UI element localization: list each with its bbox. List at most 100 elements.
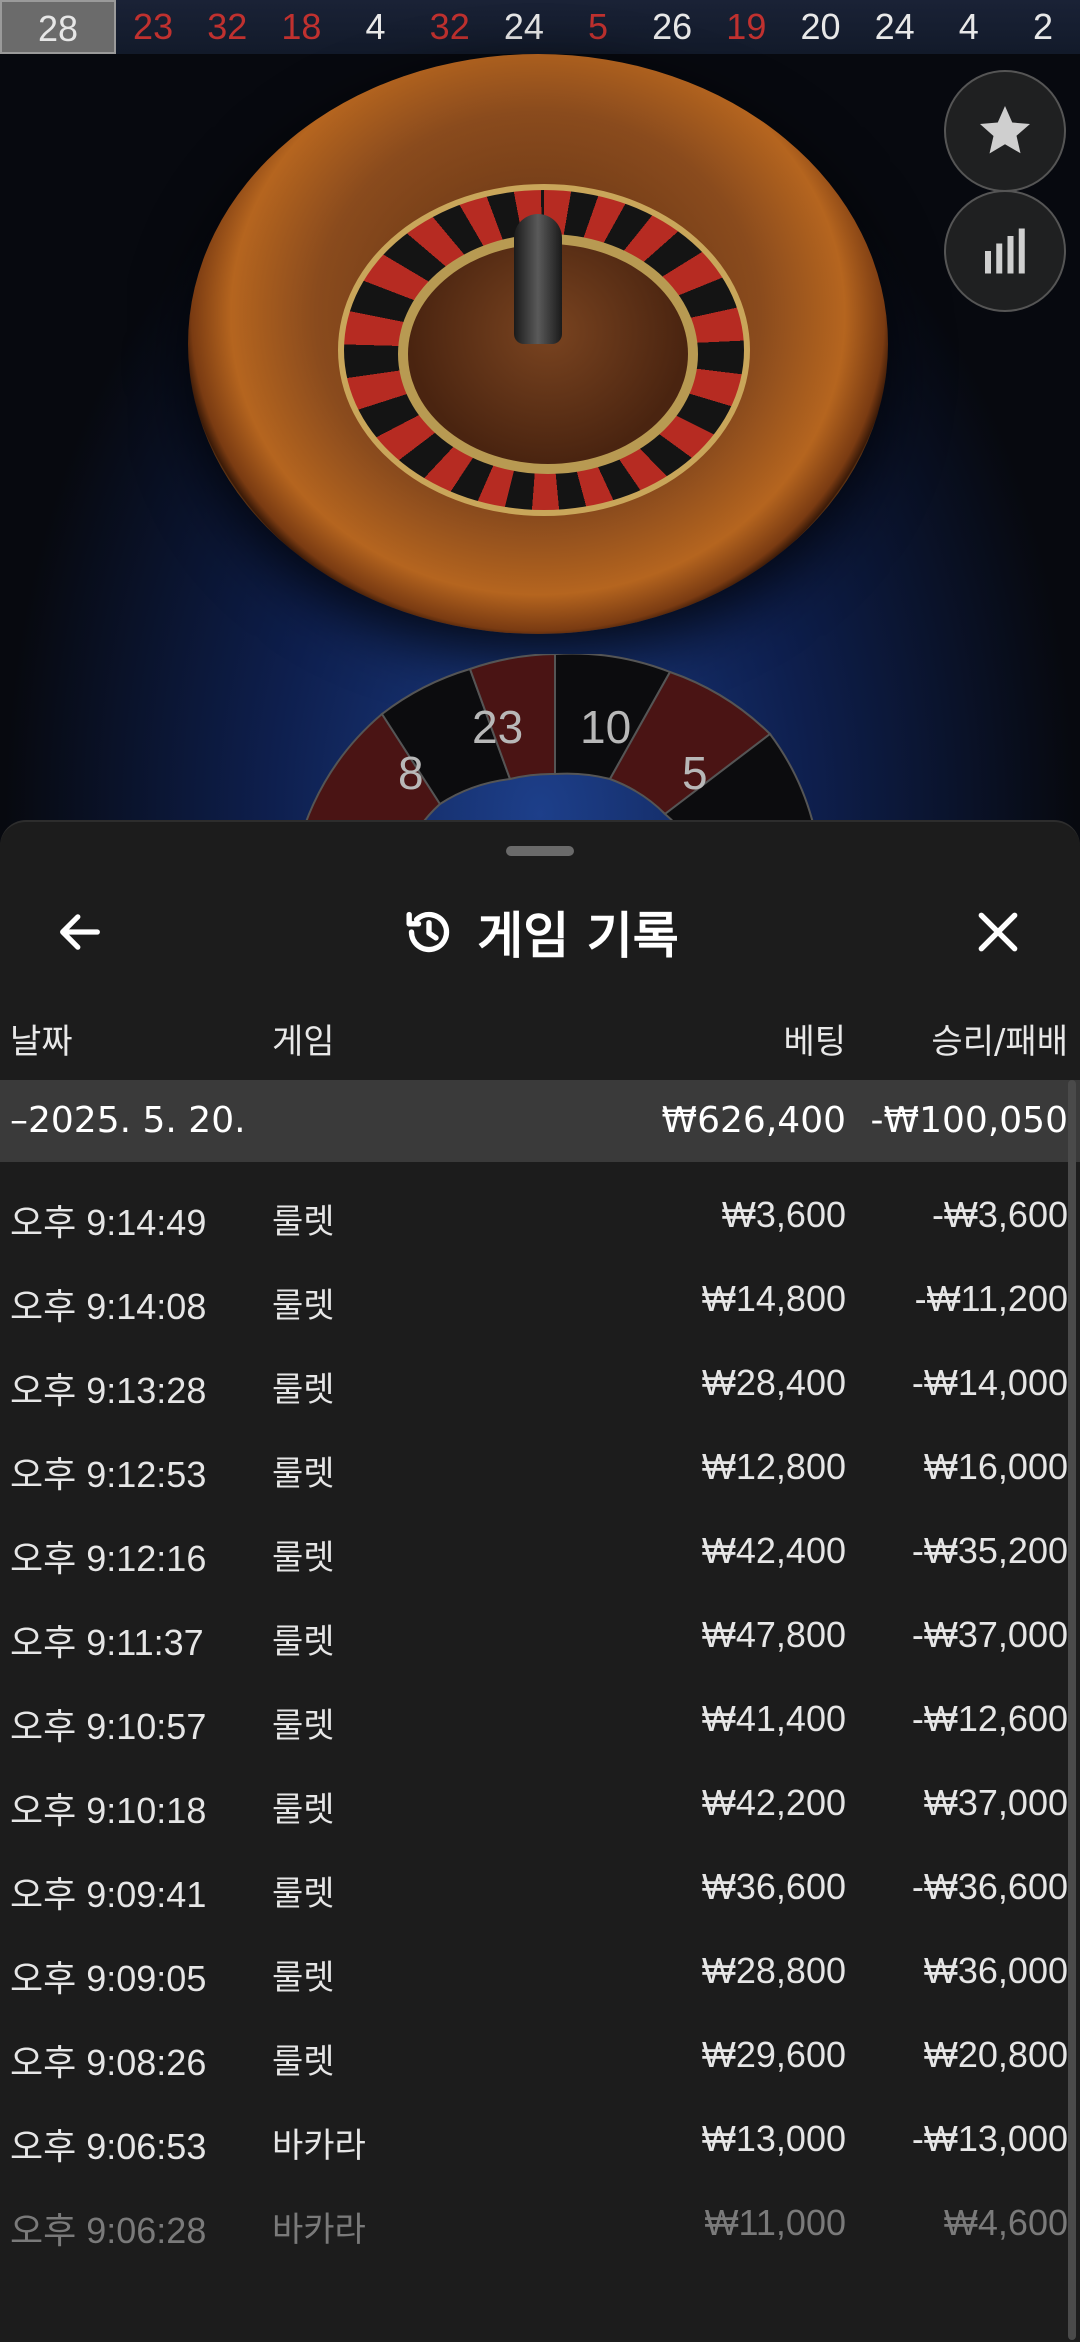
row-bet: ₩29,600: [701, 2034, 846, 2075]
row-game: 룰렛: [272, 1790, 335, 1830]
row-bet: ₩13,000: [701, 2118, 846, 2159]
table-row[interactable]: 오후 9:12:53 룰렛 ₩12,800 ₩16,000: [0, 1424, 1080, 1508]
row-winloss: -₩35,200: [911, 1530, 1068, 1571]
row-bet: ₩14,800: [701, 1278, 846, 1319]
scrollbar[interactable]: [1068, 1080, 1076, 2340]
row-winloss: -₩11,200: [914, 1278, 1068, 1319]
favorite-button[interactable]: [944, 70, 1066, 192]
live-video-stage: 8 23 10 5: [0, 54, 1080, 915]
result-number: 24: [874, 6, 915, 47]
row-winloss: ₩36,000: [923, 1950, 1068, 1991]
row-time: 오후 9:06:28: [10, 2210, 207, 2251]
row-game: 룰렛: [272, 1874, 335, 1914]
close-button[interactable]: [958, 892, 1038, 972]
game-history-sheet: 게임 기록 날짜 게임 베팅 승리/패배 –2025. 5. 20. ₩626,…: [0, 820, 1080, 2342]
row-winloss: ₩20,800: [923, 2034, 1068, 2075]
date-summary-row[interactable]: –2025. 5. 20. ₩626,400 -₩100,050: [0, 1080, 1080, 1162]
column-header-winloss: 승리/패배: [931, 1022, 1068, 1062]
row-winloss: -₩3,600: [931, 1194, 1068, 1235]
result-number: 32: [429, 6, 470, 47]
row-time: 오후 9:10:57: [10, 1706, 207, 1747]
table-row[interactable]: 오후 9:08:26 룰렛 ₩29,600 ₩20,800: [0, 2012, 1080, 2096]
racetrack-number: 5: [682, 747, 708, 799]
column-header-game: 게임: [272, 1022, 335, 1062]
row-time: 오후 9:11:37: [10, 1622, 204, 1663]
result-number: 23: [133, 6, 174, 47]
result-number: 4: [958, 6, 979, 47]
row-time: 오후 9:08:26: [10, 2042, 207, 2083]
roulette-wheel: [188, 54, 888, 634]
result-number: 2: [1032, 6, 1053, 47]
racetrack-number: 10: [580, 701, 632, 753]
row-bet: ₩47,800: [701, 1614, 846, 1655]
table-row[interactable]: 오후 9:11:37 룰렛 ₩47,800 -₩37,000: [0, 1592, 1080, 1676]
row-time: 오후 9:09:41: [10, 1874, 207, 1915]
row-game: 룰렛: [272, 1202, 335, 1242]
table-row[interactable]: 오후 9:14:08 룰렛 ₩14,800 -₩11,200: [0, 1256, 1080, 1340]
row-winloss: ₩4,600: [943, 2202, 1068, 2243]
row-bet: ₩36,600: [701, 1866, 846, 1907]
result-number: 18: [281, 6, 322, 47]
result-number: 5: [588, 6, 609, 47]
star-icon: [980, 106, 1030, 154]
row-winloss: -₩37,000: [911, 1614, 1068, 1655]
row-winloss: -₩12,600: [911, 1698, 1068, 1739]
wheel-turret: [514, 214, 562, 344]
row-time: 오후 9:14:08: [10, 1286, 207, 1327]
result-number: 24: [503, 6, 544, 47]
summary-winloss: -₩100,050: [870, 1100, 1068, 1141]
summary-bet: ₩626,400: [661, 1100, 846, 1141]
column-header-bet: 베팅: [783, 1022, 846, 1062]
history-list: 오후 9:14:49 룰렛 ₩3,600 -₩3,600 오후 9:14:08 룰렛 ₩14…: [0, 1172, 1080, 2264]
table-row[interactable]: 오후 9:14:49 룰렛 ₩3,600 -₩3,600: [0, 1172, 1080, 1256]
page-title: 게임 기록: [477, 907, 679, 965]
statistics-button[interactable]: [944, 190, 1066, 312]
row-game: 룰렛: [272, 1286, 335, 1326]
row-winloss: -₩36,600: [911, 1866, 1068, 1907]
result-number: 32: [207, 6, 248, 47]
result-number: 19: [726, 6, 767, 47]
table-row[interactable]: 오후 9:09:05 룰렛 ₩28,800 ₩36,000: [0, 1928, 1080, 2012]
table-row[interactable]: 오후 9:13:28 룰렛 ₩28,400 -₩14,000: [0, 1340, 1080, 1424]
row-bet: ₩12,800: [701, 1446, 846, 1487]
table-row[interactable]: 오후 9:06:53 바카라 ₩13,000 -₩13,000: [0, 2096, 1080, 2180]
row-bet: ₩3,600: [721, 1194, 846, 1235]
table-row[interactable]: 오후 9:10:18 룰렛 ₩42,200 ₩37,000: [0, 1760, 1080, 1844]
close-icon: [978, 912, 1018, 952]
row-time: 오후 9:09:05: [10, 1958, 207, 1999]
table-row[interactable]: 오후 9:09:41 룰렛 ₩36,600 -₩36,600: [0, 1844, 1080, 1928]
row-time: 오후 9:06:53: [10, 2126, 207, 2167]
row-bet: ₩11,000: [704, 2202, 846, 2243]
bar-chart-icon: [985, 228, 1025, 274]
result-number: 4: [365, 6, 386, 47]
table-row[interactable]: 오후 9:10:57 룰렛 ₩41,400 -₩12,600: [0, 1676, 1080, 1760]
table-row[interactable]: 오후 9:06:28 바카라 ₩11,000 ₩4,600: [0, 2180, 1080, 2264]
row-game: 룰렛: [272, 1706, 335, 1746]
racetrack-number: 23: [472, 701, 524, 753]
row-game: 룰렛: [272, 2042, 335, 2082]
row-bet: ₩41,400: [701, 1698, 846, 1739]
sheet-drag-handle[interactable]: [506, 846, 574, 856]
row-time: 오후 9:13:28: [10, 1370, 207, 1411]
row-game: 룰렛: [272, 1370, 335, 1410]
row-time: 오후 9:12:53: [10, 1454, 207, 1495]
table-header: 날짜 게임 베팅 승리/패배: [0, 1014, 1080, 1064]
racetrack-number: 8: [398, 747, 424, 799]
row-game: 바카라: [272, 2210, 366, 2250]
recent-results-strip: 28 23 32 18 4 32 24 5 26 19 20 24 4 2: [0, 0, 1080, 54]
row-game: 룰렛: [272, 1958, 335, 1998]
column-header-date: 날짜: [10, 1022, 73, 1062]
summary-date: –2025. 5. 20.: [10, 1100, 246, 1141]
row-winloss: ₩37,000: [923, 1782, 1068, 1823]
row-time: 오후 9:10:18: [10, 1790, 207, 1831]
row-bet: ₩42,400: [701, 1530, 846, 1571]
table-row[interactable]: 오후 9:12:16 룰렛 ₩42,400 -₩35,200: [0, 1508, 1080, 1592]
row-time: 오후 9:14:49: [10, 1202, 207, 1243]
row-game: 바카라: [272, 2126, 366, 2166]
result-number: 20: [800, 6, 841, 47]
row-winloss: -₩13,000: [911, 2118, 1068, 2159]
result-number: 28: [0, 0, 116, 54]
row-winloss: ₩16,000: [923, 1446, 1068, 1487]
row-bet: ₩28,800: [701, 1950, 846, 1991]
row-winloss: -₩14,000: [911, 1362, 1068, 1403]
